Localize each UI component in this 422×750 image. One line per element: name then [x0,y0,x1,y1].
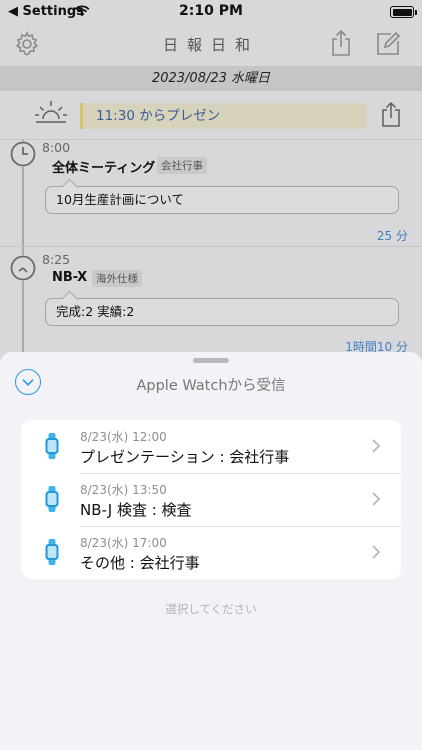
sunrise-icon [35,101,67,123]
clock-icon [10,255,36,281]
item-title: プレゼンテーション : 会社行事 [80,448,290,466]
share-icon[interactable] [378,100,404,128]
item-date: 8/23(水) 13:50 [80,483,167,497]
date-header[interactable]: 2023/08/23 水曜日 [0,66,422,91]
watch-import-sheet: Apple Watchから受信 8/23(水) 12:00 プレゼンテーション … [0,352,422,750]
schedule-entry[interactable]: 8:00 全体ミーティング 会社行事 10月生産計画について 25 分 [0,140,422,246]
watch-item-list: 8/23(水) 12:00 プレゼンテーション : 会社行事 8/23(水) 1… [21,420,401,579]
watch-icon [45,433,59,459]
list-item[interactable]: 8/23(水) 13:50 NB-J 検査 : 検査 [21,473,401,526]
compose-icon[interactable] [374,30,402,58]
battery-cap [415,10,417,15]
chevron-right-icon [372,492,381,506]
chevron-right-icon [372,439,381,453]
sheet-grabber[interactable] [193,358,229,363]
sheet-title: Apple Watchから受信 [136,378,286,394]
memo-field[interactable]: 11:30 からプレゼン [80,103,367,129]
watch-icon [45,539,59,565]
entry-title: 全体ミーティング [52,161,156,176]
battery-icon [390,6,414,18]
status-time: 2:10 PM [179,3,243,19]
selection-hint: 選択してください [165,602,257,616]
item-date: 8/23(水) 12:00 [80,430,167,444]
entry-time: 8:25 [42,252,71,267]
list-item[interactable]: 8/23(水) 12:00 プレゼンテーション : 会社行事 [21,420,401,473]
entry-note[interactable]: 完成:2 実績:2 [45,298,399,326]
schedule-entry[interactable]: 8:25 NB-X 海外仕様 完成:2 実績:2 1時間10 分 [0,252,422,356]
entry-divider [0,246,422,247]
share-icon[interactable] [327,28,355,58]
entry-title: NB-X [52,270,88,285]
status-bar: ◀ Settings 2:10 PM [0,0,422,24]
list-item[interactable]: 8/23(水) 17:00 その他 : 会社行事 [21,526,401,579]
item-title: その他 : 会社行事 [80,554,200,572]
entry-tag: 会社行事 [157,157,207,174]
memo-row: 11:30 からプレゼン [0,92,422,138]
chevron-right-icon [372,545,381,559]
entry-duration: 25 分 [376,229,408,243]
entry-note[interactable]: 10月生産計画について [45,186,399,214]
entry-time: 8:00 [42,140,71,155]
item-title: NB-J 検査 : 検査 [80,501,192,519]
entry-tag: 海外仕様 [92,270,142,287]
item-date: 8/23(水) 17:00 [80,536,167,550]
clock-icon [10,141,36,167]
watch-icon [45,486,59,512]
nav-bar: 日報日和 [0,24,422,64]
app-title: 日報日和 [162,36,259,54]
